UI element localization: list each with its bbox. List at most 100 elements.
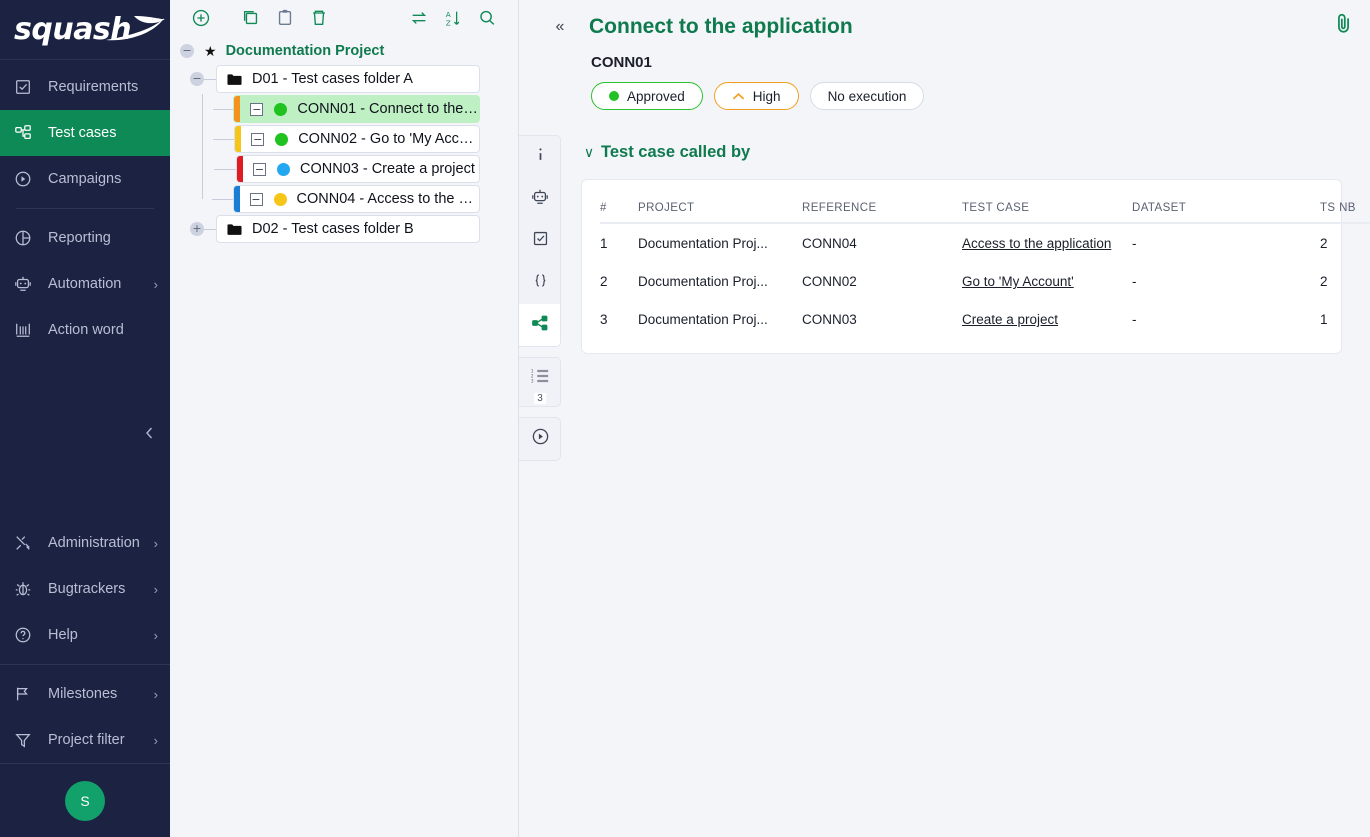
add-icon[interactable] [184,3,218,33]
sidebar-item-help[interactable]: Help › [0,612,170,658]
test-case-link[interactable]: Access to the application [962,236,1111,251]
sidebar-item-reporting[interactable]: Reporting [0,215,170,261]
test-case-reference: CONN01 [591,54,1370,71]
tab-group-main [519,135,561,347]
double-chevron-left-icon[interactable]: « [547,14,573,40]
tree-project-row[interactable]: − ★ Documentation Project [170,38,518,64]
transfer-icon[interactable] [402,3,436,33]
sidebar-item-test-cases[interactable]: Test cases [0,110,170,156]
execution-badge[interactable]: No execution [810,82,925,110]
tree-node-card[interactable]: D02 - Test cases folder B [216,215,480,243]
sidebar-item-milestones[interactable]: Milestones › [0,671,170,717]
paste-icon[interactable] [268,3,302,33]
cell-test-case[interactable]: Access to the application [962,223,1132,262]
tree-node-label: CONN01 - Connect to the ap... [297,101,479,117]
avatar[interactable]: S [65,781,105,821]
search-icon[interactable] [470,3,504,33]
tree-folder-row[interactable]: + D02 - Test cases folder B [170,214,518,244]
tree-node-card[interactable]: − CONN03 - Create a project [236,155,480,183]
column-header-ts-nb: TS NB [1320,180,1370,223]
tab-information[interactable] [519,136,561,178]
column-header-index: # [600,180,638,223]
importance-bar [234,96,240,122]
tree-node-card[interactable]: D01 - Test cases folder A [216,65,480,93]
tree-guide [202,154,203,184]
tab-called-by-list[interactable]: 1 2 3 3 [519,358,561,406]
tree-node-card[interactable]: − CONN02 - Go to 'My Account' [234,125,480,153]
robot-icon [14,274,40,294]
sidebar-item-label: Reporting [48,230,111,246]
share-nodes-icon [531,314,549,337]
sidebar-item-label: Automation [48,276,121,292]
tree-folder-row[interactable]: − D01 - Test cases folder A [170,64,518,94]
cell-ts-nb: 2 [1320,262,1370,300]
star-icon: ★ [204,43,217,60]
collapse-toggle-icon[interactable]: − [190,72,204,86]
tab-test-steps[interactable] [519,220,561,262]
test-case-link[interactable]: Go to 'My Account' [962,274,1074,289]
called-by-table-card: # PROJECT REFERENCE TEST CASE DATASET TS… [581,179,1342,354]
tree-case-row[interactable]: − CONN02 - Go to 'My Account' [170,124,518,154]
cell-project: Documentation Proj... [638,223,802,262]
tree-case-row[interactable]: − CONN01 - Connect to the ap... [170,94,518,124]
collapse-toggle-icon[interactable]: − [180,44,194,58]
tree-node-label: CONN04 - Access to the appli... [297,191,479,207]
table-row[interactable]: 1 Documentation Proj... CONN04 Access to… [600,223,1370,262]
column-header-project: PROJECT [638,180,802,223]
tree-body: − ★ Documentation Project − D01 - Test c… [170,36,518,244]
sidebar-collapse-button[interactable] [136,420,162,446]
cell-test-case[interactable]: Create a project [962,300,1132,338]
copy-icon[interactable] [234,3,268,33]
sidebar-item-project-filter[interactable]: Project filter › [0,717,170,763]
status-dot [277,163,290,176]
sort-az-icon[interactable]: A Z [436,3,470,33]
importance-bar [235,126,241,152]
sidebar-item-action-word[interactable]: Action word [0,307,170,353]
table-row[interactable]: 3 Documentation Proj... CONN03 Create a … [600,300,1370,338]
main-content: « Connect to the application CONN01 Appr… [519,0,1370,837]
test-case-link[interactable]: Create a project [962,312,1058,327]
sidebar-item-campaigns[interactable]: Campaigns [0,156,170,202]
sidebar-item-label: Requirements [48,79,138,95]
sidebar-item-automation[interactable]: Automation › [0,261,170,307]
expand-toggle-icon[interactable]: − [253,163,266,176]
cell-reference: CONN03 [802,300,962,338]
sidebar-item-label: Help [48,627,78,643]
tab-parameters[interactable] [519,262,561,304]
tab-group-execution [519,417,561,461]
expand-toggle-icon[interactable]: − [250,103,263,116]
table-row[interactable]: 2 Documentation Proj... CONN02 Go to 'My… [600,262,1370,300]
tab-executions[interactable] [519,418,561,460]
section-header[interactable]: ∨ Test case called by [581,135,1370,169]
priority-badge-label: High [753,89,781,104]
sidebar-item-label: Project filter [48,732,125,748]
priority-badge[interactable]: High [714,82,799,110]
brand-logo[interactable]: squash [0,0,170,60]
tree-guide [204,229,216,230]
tab-automation[interactable] [519,178,561,220]
table-header-row: # PROJECT REFERENCE TEST CASE DATASET TS… [600,180,1370,223]
tree-node-card-selected[interactable]: − CONN01 - Connect to the ap... [233,95,480,123]
tree-case-row[interactable]: − CONN03 - Create a project [170,154,518,184]
status-badge[interactable]: Approved [591,82,703,110]
tree-case-row[interactable]: − CONN04 - Access to the appli... [170,184,518,214]
tab-called-test-cases[interactable] [519,304,561,346]
sidebar-item-requirements[interactable]: Requirements [0,64,170,110]
called-by-panel: ∨ Test case called by # PROJECT REFERENC… [581,135,1370,354]
sidebar-item-administration[interactable]: Administration › [0,520,170,566]
cell-test-case[interactable]: Go to 'My Account' [962,262,1132,300]
chevron-down-icon[interactable]: ∨ [581,144,597,161]
expand-toggle-icon[interactable]: − [251,133,264,146]
chevron-left-icon [144,426,155,440]
tree-guide [213,109,234,110]
tree-guide [202,94,203,124]
sidebar-item-bugtrackers[interactable]: Bugtrackers › [0,566,170,612]
tree-guide [214,169,236,170]
expand-toggle-icon[interactable]: − [250,193,263,206]
delete-icon[interactable] [302,3,336,33]
sidebar-divider [0,664,170,665]
tree-node-card[interactable]: − CONN04 - Access to the appli... [233,185,480,213]
tools-icon [14,533,40,553]
tree-toolbar: A Z [170,0,518,36]
expand-toggle-icon[interactable]: + [190,222,204,236]
